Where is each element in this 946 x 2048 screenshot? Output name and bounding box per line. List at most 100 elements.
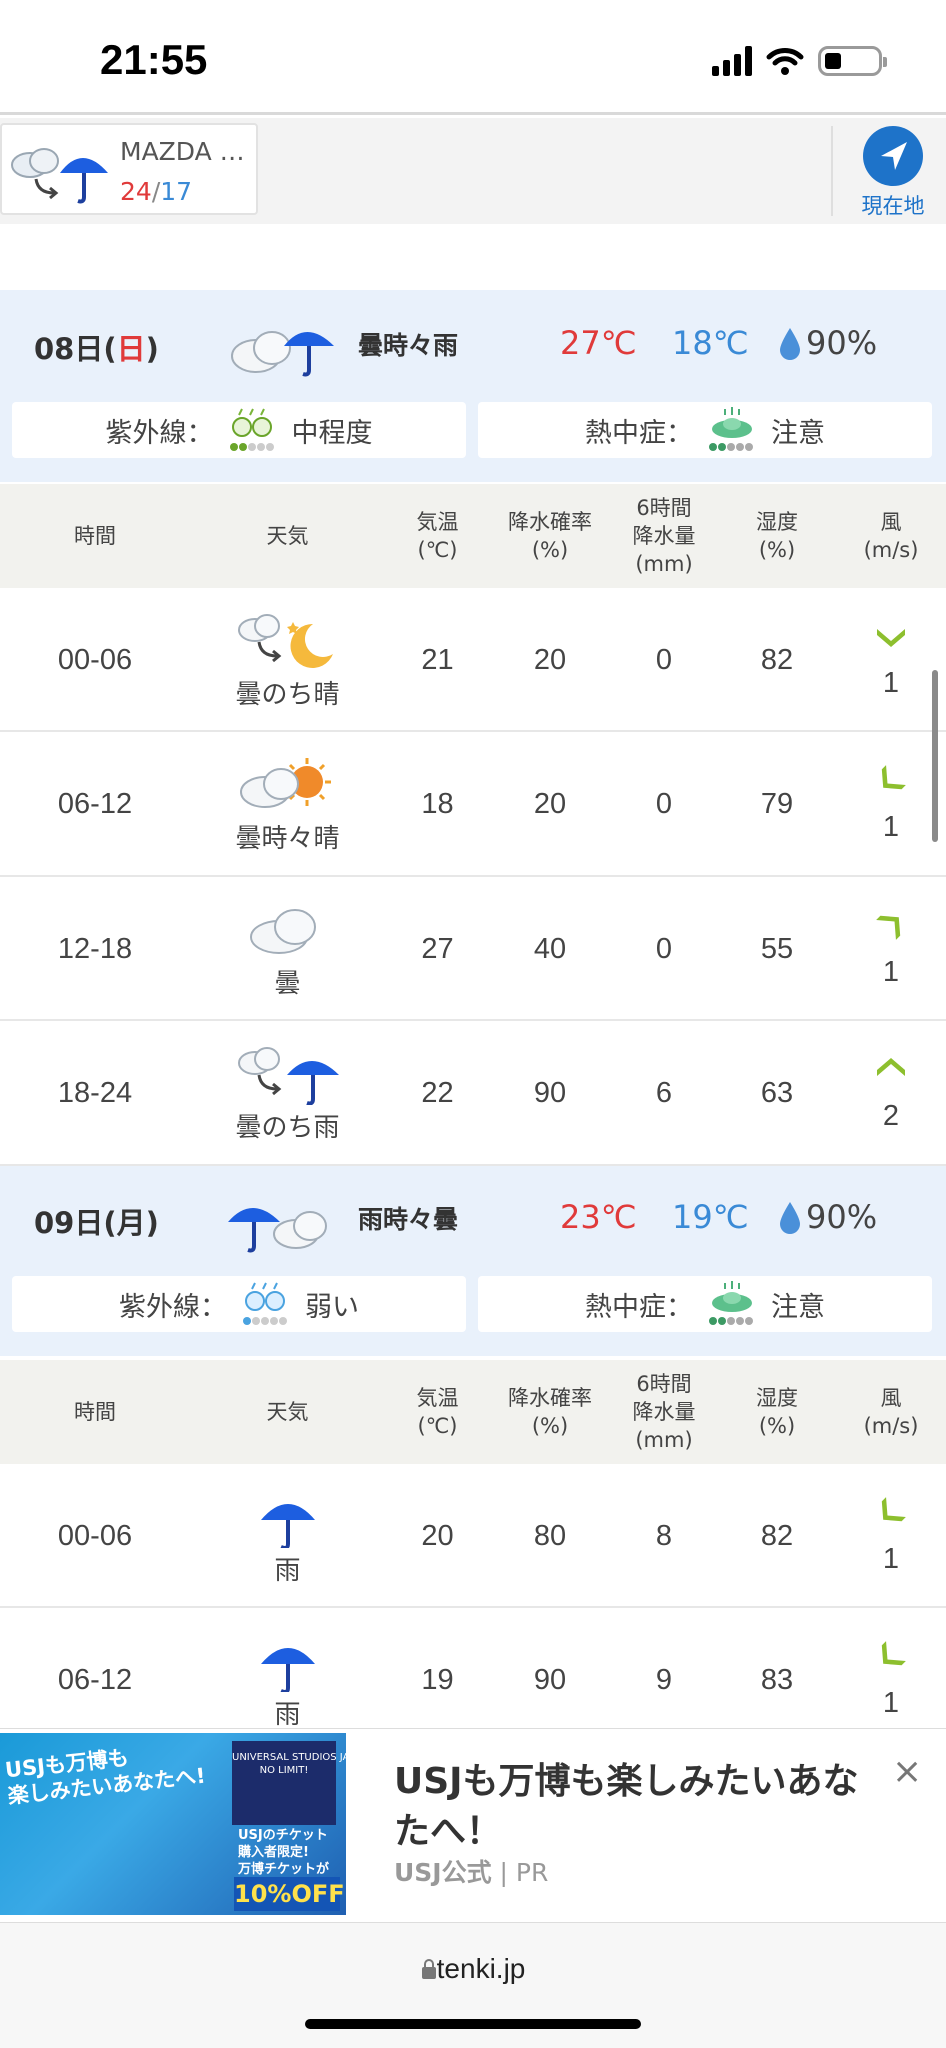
weather-label: 雨 — [274, 1700, 301, 1730]
wind-cell: 1 — [836, 588, 946, 732]
weather-cell: 雨 — [190, 1464, 385, 1608]
wind-direction-icon — [881, 1496, 906, 1521]
umbrella-icon — [260, 1503, 315, 1548]
uv-sunglasses-icon — [229, 408, 274, 451]
temperature: 20 — [421, 1519, 454, 1552]
wind-speed: 1 — [882, 955, 900, 988]
weather-cell: 曇 — [190, 877, 385, 1021]
url-display[interactable]: tenki.jp — [0, 1953, 946, 1985]
humidity: 82 — [760, 1519, 794, 1552]
heat-value: 注意 — [771, 1291, 825, 1323]
wind-direction-icon — [876, 915, 901, 940]
uv-value: 中程度 — [291, 417, 373, 449]
col-precip-prob: 降水確率 (%) — [508, 510, 592, 562]
col-precip-amount: 6時間 降水量 (mm) — [632, 1372, 696, 1452]
table-header: 時間 天気 気温 (℃) 降水確率 (%) 6時間 降水量 (mm) 湿度 (%… — [0, 1360, 946, 1464]
heat-label: 熱中症： — [585, 417, 693, 449]
wind-direction-icon — [877, 628, 905, 647]
col-wind: 風 (m/s) — [863, 510, 919, 562]
temperature: 18 — [421, 788, 454, 820]
location-temps: 24/17 — [120, 177, 192, 206]
wind-direction-icon — [877, 1058, 905, 1076]
home-indicator[interactable] — [305, 2019, 641, 2029]
col-wind: 風 (m/s) — [863, 1386, 919, 1438]
scrollbar[interactable] — [932, 670, 938, 842]
humidity: 63 — [760, 1077, 794, 1109]
temperature: 27 — [421, 932, 454, 965]
uv-label: 紫外線： — [119, 1291, 227, 1323]
uv-label: 紫外線： — [105, 417, 214, 449]
day-summary: 09日(月) 雨時々曇 23℃ 19℃ 90% 紫外線： 弱い 熱中症： 注意 — [0, 1166, 946, 1356]
day-high-temp: 23℃ — [560, 1198, 637, 1236]
ad-image[interactable]: USJも万博も 楽しみたいあなたへ! UNIVERSAL STUDIOS JAP… — [0, 1733, 346, 1915]
cloud-then-rain-icon — [237, 1047, 339, 1105]
battery-icon — [818, 46, 887, 76]
table-header: 時間 天気 気温 (℃) 降水確率 (%) 6時間 降水量 (mm) 湿度 (%… — [0, 484, 946, 588]
humidity: 82 — [760, 643, 794, 676]
humidity: 79 — [760, 788, 794, 820]
location-arrow-icon — [863, 126, 923, 186]
cloud-then-rain-icon — [11, 148, 108, 204]
uv-value: 弱い — [305, 1291, 359, 1323]
cloud-icon — [249, 908, 316, 954]
table-row: 06-12 曇時々晴 18 20 0 79 1 — [0, 732, 946, 877]
time-range: 00-06 — [57, 643, 133, 676]
day-date: 09日(月) — [34, 1206, 159, 1240]
table-row: 00-06 雨 20 80 8 82 1 — [0, 1464, 946, 1608]
temperature: 21 — [421, 643, 454, 676]
wind-cell: 2 — [836, 1022, 946, 1166]
weather-label: 雨 — [274, 1555, 301, 1586]
heatstroke-index: 熱中症： 注意 — [478, 1276, 932, 1332]
raindrop-icon — [780, 1202, 800, 1234]
precip-amount: 6 — [655, 1077, 673, 1109]
weather-cell: 曇のち晴 — [190, 588, 385, 732]
weather-label: 曇時々晴 — [235, 824, 340, 854]
heatstroke-index: 熱中症： 注意 — [478, 402, 932, 458]
ad-banner[interactable]: USJも万博も 楽しみたいあなたへ! UNIVERSAL STUDIOS JAP… — [0, 1728, 946, 1922]
ad-sponsor: USJ公式 | PR — [394, 1858, 549, 1887]
weather-cell: 曇時々晴 — [190, 733, 385, 877]
heatstroke-icon — [709, 1281, 753, 1325]
ad-title[interactable]: USJも万博も楽しみたいあなたへ！ — [394, 1757, 894, 1857]
browser-address-bar[interactable]: tenki.jp — [0, 1922, 946, 2048]
raindrop-icon — [780, 328, 800, 360]
day-summary: 08日(日) 曇時々雨 27℃ 18℃ 90% 紫外線： 中程度 熱中症： 注意 — [0, 290, 946, 482]
day-date: 08日(日) — [34, 332, 159, 366]
precip-probability: 20 — [533, 788, 567, 820]
status-bar: 21:55 — [0, 0, 946, 115]
uv-sunglasses-icon — [243, 1282, 287, 1325]
humidity: 55 — [760, 932, 794, 965]
cellular-signal-icon — [712, 46, 752, 76]
wind-speed: 1 — [882, 1687, 900, 1719]
table-row: 00-06 曇のち晴 21 20 0 82 1 — [0, 588, 946, 732]
col-temp: 気温 (℃) — [416, 1386, 459, 1438]
time-range: 00-06 — [57, 1519, 133, 1552]
day-rain-chance: 90% — [778, 324, 877, 362]
status-icons — [712, 46, 887, 76]
wifi-icon — [766, 48, 804, 75]
weather-label: 曇のち晴 — [235, 679, 340, 710]
table-row: 18-24 曇のち雨 22 90 6 63 2 — [0, 1021, 946, 1166]
current-location-button[interactable]: 現在地 — [845, 122, 941, 222]
wind-direction-icon — [881, 765, 906, 790]
ad-discount: 10%OFF — [234, 1877, 345, 1911]
day-high-temp: 27℃ — [560, 324, 637, 362]
uv-index: 紫外線： 弱い — [12, 1276, 466, 1332]
location-card[interactable]: MAZDA … 24/17 — [0, 123, 258, 215]
col-humidity: 湿度 (%) — [756, 510, 798, 562]
wind-speed: 1 — [882, 811, 900, 843]
weather-cell: 曇のち雨 — [190, 1022, 385, 1166]
temperature: 22 — [421, 1077, 454, 1109]
ad-image-text: USJも万博も 楽しみたいあなたへ! — [3, 1745, 207, 1809]
day-rain-chance: 90% — [778, 1198, 877, 1236]
precip-amount: 8 — [655, 1519, 673, 1552]
close-icon[interactable]: × — [892, 1751, 922, 1792]
day-low-temp: 18℃ — [672, 324, 749, 362]
col-humidity: 湿度 (%) — [756, 1386, 798, 1438]
heatstroke-icon — [709, 407, 753, 451]
current-location-label: 現在地 — [861, 194, 925, 218]
ad-badge-text: USJのチケット 購入者限定! 万博チケットが — [238, 1828, 330, 1877]
lock-icon — [421, 1959, 436, 1979]
col-weather: 天気 — [266, 1400, 309, 1424]
cloud-rain-icon — [231, 331, 334, 377]
